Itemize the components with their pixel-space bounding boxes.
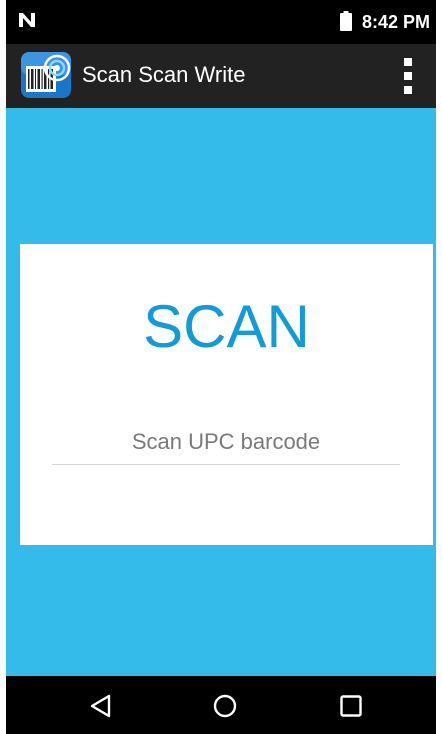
home-circle-icon[interactable] xyxy=(212,693,238,719)
n-logo-icon xyxy=(19,13,35,27)
app-title: Scan Scan Write xyxy=(82,62,246,87)
back-triangle-icon[interactable] xyxy=(88,693,114,719)
scan-card: SCAN xyxy=(20,244,433,545)
overflow-menu-icon[interactable] xyxy=(396,58,420,94)
battery-icon xyxy=(340,11,352,31)
app-screen: 8:42 PM Scan Scan Write SCAN Scan UPC ba… xyxy=(6,0,436,734)
app-bar: Scan Scan Write xyxy=(6,44,436,108)
upc-barcode-input[interactable] xyxy=(52,420,400,465)
status-bar: 8:42 PM xyxy=(6,0,436,44)
navigation-bar xyxy=(6,676,436,734)
scan-heading: SCAN xyxy=(143,293,310,360)
status-time: 8:42 PM xyxy=(362,12,431,32)
barcode-logo-icon xyxy=(21,52,71,98)
recents-square-icon[interactable] xyxy=(338,693,364,719)
